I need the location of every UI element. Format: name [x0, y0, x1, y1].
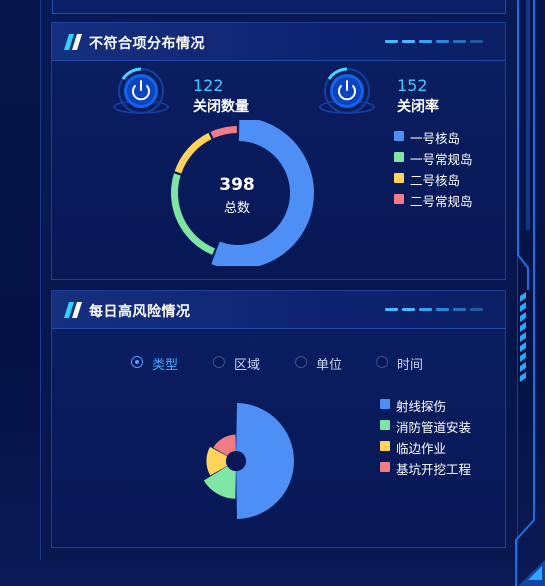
closure-rate-value: 152 — [397, 76, 428, 95]
closure-rate-label: 关闭率 — [397, 99, 439, 115]
slash-logo-icon — [64, 302, 82, 318]
donut-slice[interactable] — [174, 132, 212, 174]
panel-header: 每日高风险情况 — [52, 291, 505, 329]
radio-label: 类型 — [152, 358, 179, 373]
legend-swatch — [394, 173, 404, 183]
power-icon — [319, 67, 375, 114]
rose-center-hole — [226, 451, 246, 471]
panel-title: 不符合项分布情况 — [89, 36, 205, 52]
legend-swatch — [394, 194, 404, 204]
radio-label: 单位 — [316, 358, 343, 373]
legend-swatch — [394, 131, 404, 141]
radio-dot — [131, 356, 143, 368]
legend-label: 二号核岛 — [410, 173, 461, 188]
legend-swatch — [380, 441, 390, 451]
frame-side-decoration — [515, 0, 545, 586]
legend-swatch — [380, 462, 390, 472]
power-icon — [113, 67, 169, 114]
panel-title: 每日高风险情况 — [89, 304, 191, 320]
legend-label: 一号常规岛 — [410, 152, 473, 167]
legend-label: 消防管道安装 — [396, 420, 472, 435]
radio-label: 区域 — [234, 358, 261, 373]
dash-decoration — [385, 308, 487, 312]
legend-label: 基坑开挖工程 — [396, 462, 472, 477]
risk-rose-chart — [203, 403, 294, 519]
legend-swatch — [394, 152, 404, 162]
legend-swatch — [380, 399, 390, 409]
panel-header: 不符合项分布情况 — [52, 23, 505, 61]
legend-label: 射线探伤 — [396, 399, 447, 414]
slash-logo-icon — [64, 34, 82, 50]
closed-count-label: 关闭数量 — [193, 99, 249, 115]
donut-slice[interactable] — [210, 126, 237, 139]
total-value: 398 — [219, 175, 255, 195]
closed-count-value: 122 — [193, 76, 224, 95]
radio-label: 时间 — [397, 358, 424, 373]
legend-label: 临边作业 — [396, 441, 447, 456]
total-label: 总数 — [223, 201, 250, 216]
legend-label: 二号常规岛 — [410, 194, 473, 209]
radio-dot — [295, 356, 307, 368]
radio-dot — [376, 356, 388, 368]
previous-panel-edge — [52, 0, 506, 14]
legend-swatch — [380, 420, 390, 430]
radio-dot — [213, 356, 225, 368]
dash-decoration — [385, 40, 487, 44]
legend-label: 一号核岛 — [410, 131, 461, 146]
